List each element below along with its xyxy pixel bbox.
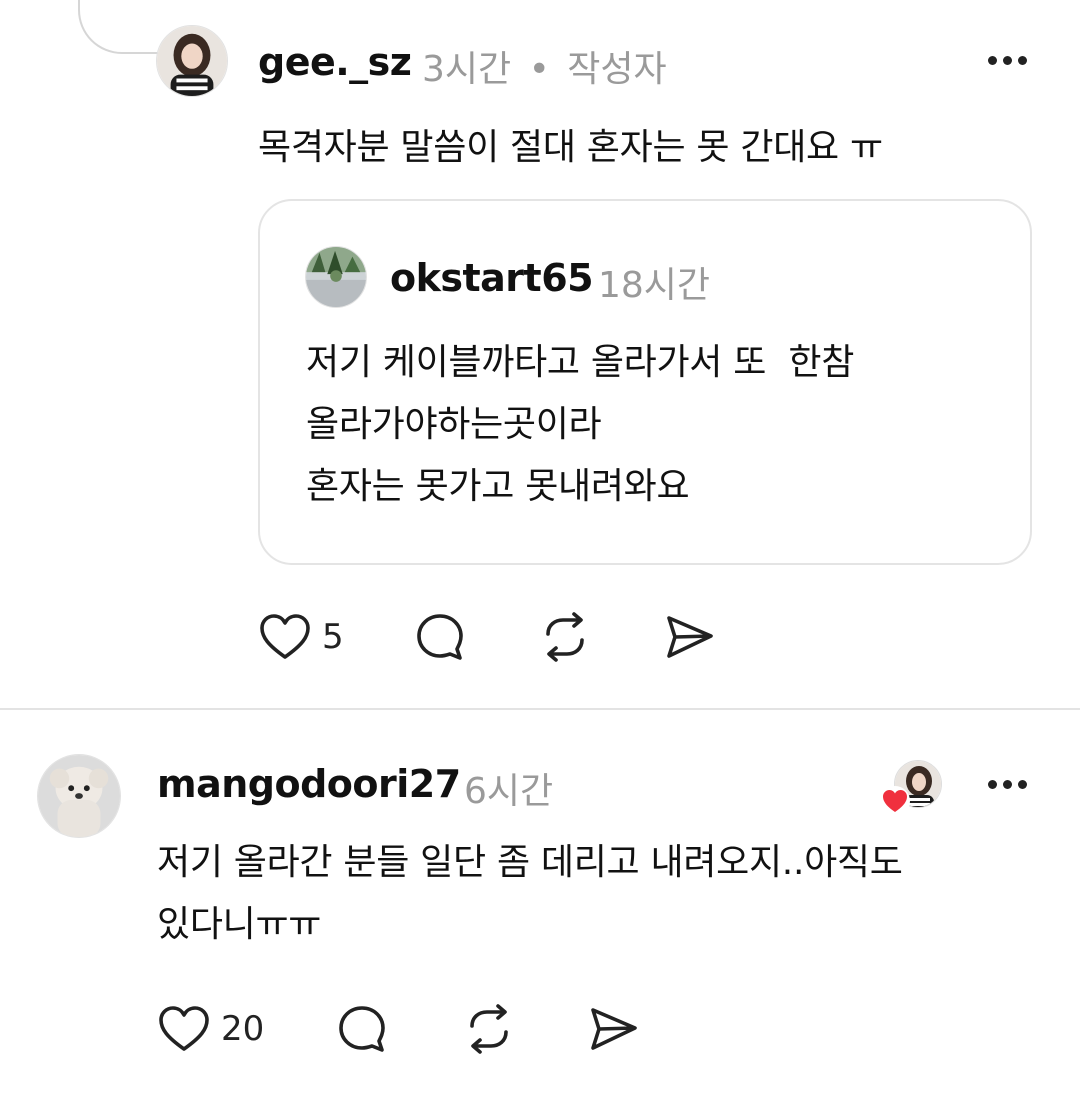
comment-button[interactable] xyxy=(336,1003,388,1055)
comment-icon xyxy=(416,614,463,660)
comment-button[interactable] xyxy=(414,611,466,663)
more-icon xyxy=(988,780,997,789)
avatar-mangodoori27[interactable] xyxy=(37,754,121,838)
comment-more-button[interactable] xyxy=(988,780,1027,789)
like-button[interactable]: 20 xyxy=(157,1004,264,1054)
reply-actions: 5 xyxy=(258,610,716,664)
repost-icon xyxy=(470,1004,509,1054)
quoted-username[interactable]: okstart65 xyxy=(390,256,594,300)
author-tag: 작성자 xyxy=(567,49,667,90)
comment-divider xyxy=(0,708,1080,710)
author-liked-indicator xyxy=(880,760,944,816)
comment-icon xyxy=(339,1006,386,1052)
repost-icon xyxy=(545,612,584,662)
more-icon xyxy=(988,56,997,65)
comment-text: 저기 올라간 분들 일단 좀 데리고 내려오지..아직도 있다니ㅠㅠ xyxy=(157,842,903,945)
share-icon xyxy=(666,616,713,658)
comment-username[interactable]: mangodoori27 xyxy=(157,762,461,806)
reply-more-button[interactable] xyxy=(988,56,1027,65)
reply-meta: 3시간 • 작성자 xyxy=(422,40,667,92)
avatar-gee-sz[interactable] xyxy=(156,25,228,97)
like-count: 20 xyxy=(221,1009,265,1049)
meta-separator: • xyxy=(528,49,550,90)
reply-time: 3시간 xyxy=(422,49,512,90)
like-button[interactable]: 5 xyxy=(258,612,344,662)
avatar-okstart65[interactable] xyxy=(305,246,367,308)
quoted-time: 18시간 xyxy=(598,265,711,306)
share-button[interactable] xyxy=(664,612,716,662)
heart-badge-icon xyxy=(883,790,907,812)
thread-connector-line xyxy=(78,0,158,54)
heart-icon xyxy=(260,614,310,659)
heart-badge xyxy=(880,786,910,816)
reply-username[interactable]: gee._sz xyxy=(258,40,412,84)
repost-button[interactable] xyxy=(538,610,592,664)
repost-button[interactable] xyxy=(462,1002,516,1056)
heart-icon xyxy=(159,1006,209,1051)
comment-time: 6시간 xyxy=(464,771,554,812)
share-button[interactable] xyxy=(588,1004,640,1054)
quoted-text: 저기 케이블까타고 올라가서 또 한참 올라가야하는곳이라 혼자는 못가고 못내… xyxy=(306,342,855,507)
like-count: 5 xyxy=(322,617,344,657)
reply-text: 목격자분 말씀이 절대 혼자는 못 간대요 ㅠ xyxy=(258,127,883,168)
comment-actions: 20 xyxy=(157,1002,640,1056)
share-icon xyxy=(591,1008,638,1050)
